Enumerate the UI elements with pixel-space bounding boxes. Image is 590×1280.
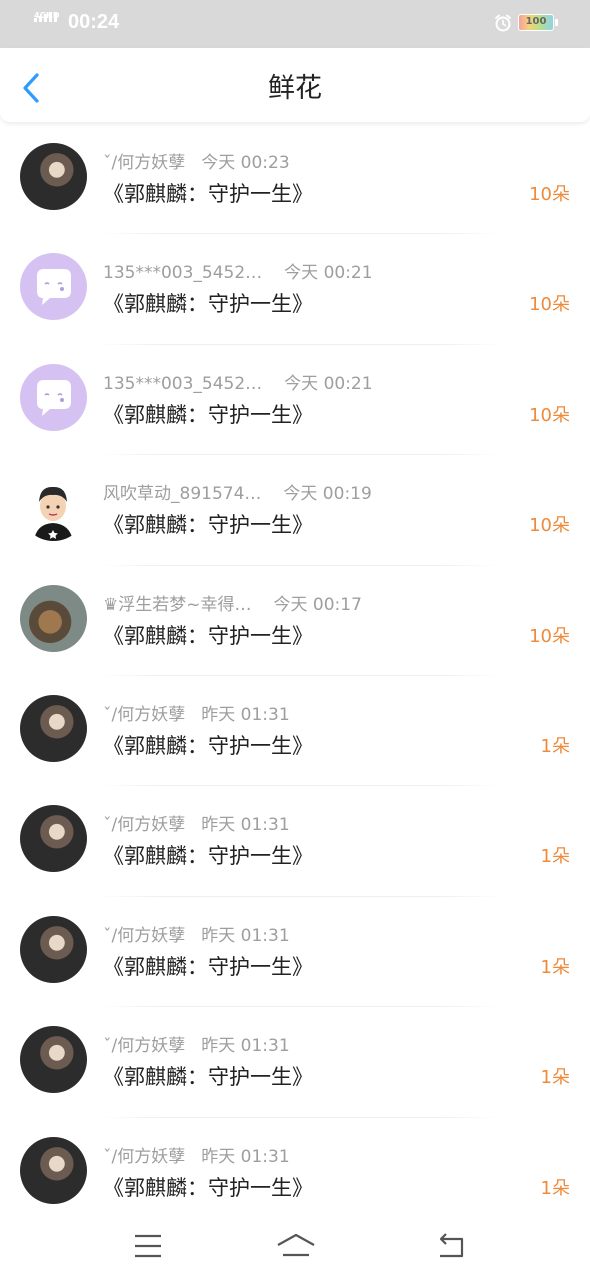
sender-name[interactable]: ˇ/何方妖孽 [103,152,185,174]
flower-count: 10朵 [529,294,570,316]
flower-count: 1朵 [540,1177,570,1199]
gift-row[interactable]: ˇ/何方妖孽 昨天 01:31 《郭麒麟：守护一生》 1朵 [0,676,590,787]
gift-time: 今天 00:21 [284,263,373,284]
gift-row[interactable]: 风吹草动_891574… 今天 00:19 《郭麒麟：守护一生》 10朵 [0,455,590,566]
avatar[interactable] [20,584,87,652]
gift-meta: ˇ/何方妖孽 昨天 01:31 [103,925,290,947]
system-nav-bar [0,1212,590,1280]
book-title: 《郭麒麟：守护一生》 [103,733,313,758]
gift-time: 昨天 01:31 [201,1036,290,1057]
gift-row[interactable]: ˇ/何方妖孽 昨天 01:31 《郭麒麟：守护一生》 1朵 [0,897,590,1008]
flower-count: 10朵 [529,184,570,205]
gift-meta: 风吹草动_891574… 今天 00:19 [103,483,372,505]
battery-level: 100 [525,16,547,27]
gift-time: 今天 00:19 [283,484,372,505]
gift-meta: 135***003_5452… 今天 00:21 [103,373,373,395]
avatar[interactable] [20,1136,87,1204]
gift-meta: ˇ/何方妖孽 昨天 01:31 [103,1146,290,1168]
book-title: 《郭麒麟：守护一生》 [103,1175,313,1200]
avatar[interactable] [20,363,87,431]
avatar[interactable] [20,915,87,983]
book-title: 《郭麒麟：守护一生》 [103,844,313,869]
gift-time: 昨天 01:31 [201,1146,290,1167]
status-time: 00:24 [68,11,120,33]
avatar[interactable] [20,1026,87,1094]
home-icon[interactable] [275,1230,317,1262]
book-title: 《郭麒麟：守护一生》 [103,954,313,979]
flower-gift-list: ˇ/何方妖孽 今天 00:23 《郭麒麟：守护一生》 10朵 135***003_545… [0,124,590,1228]
book-title: 《郭麒麟：守护一生》 [103,182,313,206]
book-title: 《郭麒麟：守护一生》 [103,623,313,648]
gift-time: 今天 00:23 [201,153,290,173]
sender-name[interactable]: ˇ/何方妖孽 [103,814,185,836]
avatar[interactable] [20,253,87,321]
status-bar: 4GHD 00:24 100 [0,0,590,48]
header-bar: 鲜花 [0,48,590,122]
flower-count: 1朵 [540,735,570,757]
gift-meta: ˇ/何方妖孽 今天 00:23 [103,152,290,174]
book-title: 《郭麒麟：守护一生》 [103,402,313,427]
flower-count: 1朵 [540,1067,570,1089]
sender-name[interactable]: 135***003_5452… [103,262,262,284]
avatar[interactable] [20,694,87,762]
gift-row[interactable]: ˇ/何方妖孽 今天 00:23 《郭麒麟：守护一生》 10朵 [0,124,590,235]
gift-time: 昨天 01:31 [201,815,290,836]
battery-icon: 100 [518,14,558,31]
flower-count: 1朵 [540,846,570,868]
menu-icon[interactable] [128,1230,168,1262]
sender-name[interactable]: ˇ/何方妖孽 [103,925,185,947]
flower-count: 10朵 [529,515,570,537]
gift-time: 今天 00:21 [284,373,373,394]
sender-name[interactable]: ˇ/何方妖孽 [103,1146,185,1168]
book-title: 《郭麒麟：守护一生》 [103,292,313,317]
page-title: 鲜花 [268,73,322,104]
avatar[interactable] [20,805,87,873]
sender-name[interactable]: ˇ/何方妖孽 [103,1035,185,1057]
alarm-icon [495,14,511,32]
gift-meta: ˇ/何方妖孽 昨天 01:31 [103,1035,290,1057]
avatar[interactable] [20,474,87,542]
avatar[interactable] [20,143,87,210]
gift-row[interactable]: 135***003_5452… 今天 00:21 《郭麒麟：守护一生》 10朵 [0,345,590,456]
sender-name[interactable]: 135***003_5452… [103,373,262,395]
gift-meta: ˇ/何方妖孽 昨天 01:31 [103,704,290,726]
gift-meta: ˇ/何方妖孽 昨天 01:31 [103,814,290,836]
gift-time: 今天 00:17 [273,594,362,615]
signal-icon: 4GHD [34,11,60,33]
book-title: 《郭麒麟：守护一生》 [103,513,313,538]
gift-row[interactable]: ˇ/何方妖孽 昨天 01:31 《郭麒麟：守护一生》 1朵 [0,786,590,897]
flower-count: 1朵 [540,956,570,978]
gift-time: 昨天 01:31 [201,925,290,946]
gift-row[interactable]: ♛浮生若梦~幸得… 今天 00:17 《郭麒麟：守护一生》 10朵 [0,566,590,676]
sender-name[interactable]: 风吹草动_891574… [103,483,261,505]
flower-count: 10朵 [529,404,570,426]
gift-time: 昨天 01:31 [201,704,290,725]
gift-meta: 135***003_5452… 今天 00:21 [103,262,373,284]
back-arrow-icon[interactable] [432,1230,472,1262]
gift-row[interactable]: ˇ/何方妖孽 昨天 01:31 《郭麒麟：守护一生》 1朵 [0,1007,590,1118]
sender-name[interactable]: ˇ/何方妖孽 [103,704,185,726]
sender-name[interactable]: ♛浮生若梦~幸得… [103,594,251,616]
flower-count: 10朵 [529,625,570,647]
gift-meta: ♛浮生若梦~幸得… 今天 00:17 [103,594,362,616]
book-title: 《郭麒麟：守护一生》 [103,1065,313,1090]
gift-row[interactable]: 135***003_5452… 今天 00:21 《郭麒麟：守护一生》 10朵 [0,234,590,345]
